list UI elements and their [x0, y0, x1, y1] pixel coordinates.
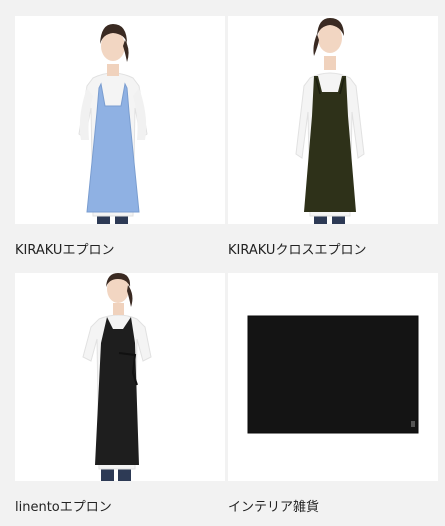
apron-model-illustration [78, 24, 148, 224]
product-image-interior-goods[interactable] [228, 273, 438, 481]
product-image-linento-apron[interactable] [15, 273, 225, 481]
product-name[interactable]: インテリア雑貨 [228, 496, 319, 515]
apron-model-illustration [295, 18, 365, 224]
product-grid: KIRAKUエプロン KIRAKUクロスエプロン linentoエプロン インテ… [0, 0, 445, 526]
product-name[interactable]: KIRAKUエプロン [15, 239, 114, 258]
apron-model-illustration [82, 273, 152, 481]
product-name[interactable]: linentoエプロン [15, 496, 112, 515]
product-name[interactable]: KIRAKUクロスエプロン [228, 239, 366, 258]
product-image-kiraku-apron[interactable] [15, 16, 225, 224]
product-image-kiraku-cross-apron[interactable] [228, 16, 438, 224]
cloth-mat-illustration [247, 315, 419, 434]
